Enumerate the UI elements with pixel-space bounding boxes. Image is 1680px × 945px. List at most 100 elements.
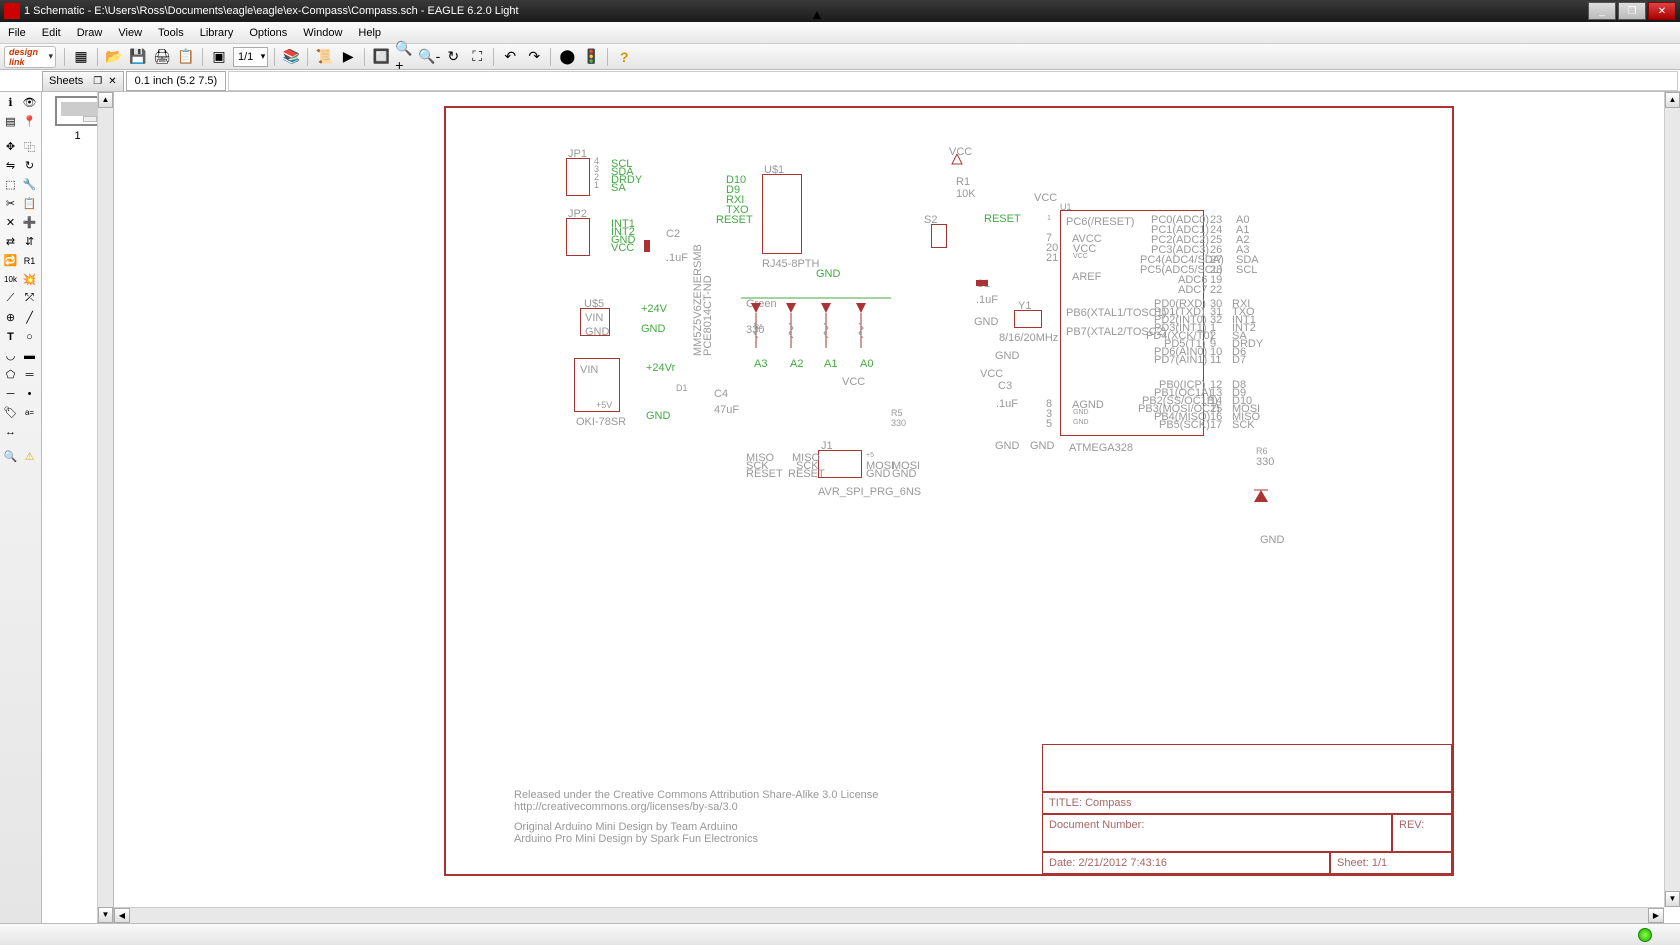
- sheets-scrollbar[interactable]: ▲ ▼: [97, 92, 113, 923]
- sheets-tab-restore-icon[interactable]: ❐: [93, 76, 102, 87]
- credit-line: Arduino Pro Mini Design by Spark Fun Ele…: [514, 833, 878, 845]
- mirror-tool[interactable]: ⇋: [1, 156, 20, 175]
- menu-help[interactable]: Help: [350, 24, 389, 42]
- label-tool[interactable]: 🏷: [1, 403, 20, 422]
- rect-tool[interactable]: ▬: [20, 346, 39, 365]
- text-tool[interactable]: T: [1, 327, 20, 346]
- copy-tool[interactable]: ⿻: [20, 137, 39, 156]
- scroll-up-icon[interactable]: ▲: [98, 92, 113, 108]
- junction-tool[interactable]: •: [20, 384, 39, 403]
- add-tool[interactable]: ➕: [20, 213, 39, 232]
- menu-window[interactable]: Window: [295, 24, 350, 42]
- label-gnd-u5: GND: [585, 326, 609, 338]
- sheet-frame: JP1 SCL SDA DRDY SA 4 3 2 1 JP2 INT1 INT…: [444, 106, 1454, 876]
- use-button[interactable]: 📚: [280, 46, 302, 68]
- sheet-dropdown[interactable]: 1/1: [233, 47, 268, 67]
- maximize-button[interactable]: ❐: [1618, 2, 1646, 20]
- redraw-button[interactable]: ↻: [442, 46, 464, 68]
- show-tool[interactable]: 👁: [20, 93, 39, 112]
- display-tool[interactable]: ▤: [1, 112, 20, 131]
- command-input[interactable]: [228, 71, 1678, 91]
- split-tool[interactable]: ⤱: [20, 289, 39, 308]
- cut-tool[interactable]: ✂: [1, 194, 20, 213]
- delete-tool[interactable]: ✕: [1, 213, 20, 232]
- smash-tool[interactable]: 💥: [20, 270, 39, 289]
- errors-tool[interactable]: ⚠: [20, 447, 39, 466]
- zoom-select-button[interactable]: ⛶: [466, 46, 488, 68]
- paste-tool[interactable]: 📋: [20, 194, 39, 213]
- scroll-right-icon[interactable]: ▶: [1648, 908, 1664, 923]
- go-button[interactable]: 🚦: [580, 46, 602, 68]
- pinswap-tool[interactable]: ⇄: [1, 232, 20, 251]
- run-button[interactable]: ▶: [337, 46, 359, 68]
- sheets-tab-close-icon[interactable]: ✕: [108, 76, 116, 87]
- erc-tool[interactable]: 🔍: [1, 447, 20, 466]
- net-tool[interactable]: ─: [1, 384, 20, 403]
- name-tool[interactable]: R1: [20, 251, 39, 270]
- scroll-down-icon[interactable]: ▼: [98, 907, 113, 923]
- info-tool[interactable]: ℹ: [1, 93, 20, 112]
- miter-tool[interactable]: ⟋: [1, 289, 20, 308]
- board-button[interactable]: ▣: [208, 46, 230, 68]
- separator: [274, 48, 275, 66]
- wire-tool[interactable]: ╱: [20, 308, 39, 327]
- menu-edit[interactable]: Edit: [34, 24, 69, 42]
- scroll-down-icon[interactable]: ▼: [1665, 891, 1680, 907]
- help-button[interactable]: ?: [613, 46, 635, 68]
- cam-button[interactable]: 📋: [175, 46, 197, 68]
- open-button[interactable]: 📂: [103, 46, 125, 68]
- zoom-in-button[interactable]: 🔍+: [394, 46, 416, 68]
- arc-tool[interactable]: ◡: [1, 346, 20, 365]
- label-vcc-chip: VCC: [1034, 192, 1057, 204]
- close-button[interactable]: ✕: [1648, 2, 1676, 20]
- redo-button[interactable]: ↷: [523, 46, 545, 68]
- mark-tool[interactable]: 📍: [20, 112, 39, 131]
- menu-options[interactable]: Options: [241, 24, 295, 42]
- credit-line: Released under the Creative Commons Attr…: [514, 789, 878, 801]
- menu-file[interactable]: File: [0, 24, 34, 42]
- bus-tool[interactable]: ═: [20, 365, 39, 384]
- zoom-fit-button[interactable]: 🔲: [370, 46, 392, 68]
- menu-library[interactable]: Library: [192, 24, 242, 42]
- canvas-vertical-scrollbar[interactable]: ▲ ▼: [1664, 92, 1680, 907]
- invoke-tool[interactable]: ⊕: [1, 308, 20, 327]
- canvas-horizontal-scrollbar[interactable]: ◀ ▶: [114, 907, 1664, 923]
- dimension-tool[interactable]: ↔: [1, 422, 20, 441]
- menu-tools[interactable]: Tools: [150, 24, 192, 42]
- label-1uf: .1uF: [666, 252, 688, 264]
- net-gnd-u5: GND: [641, 323, 665, 335]
- rotate-tool[interactable]: ↻: [20, 156, 39, 175]
- gateswap-tool[interactable]: ⇵: [20, 232, 39, 251]
- schematic-canvas[interactable]: JP1 SCL SDA DRDY SA 4 3 2 1 JP2 INT1 INT…: [114, 92, 1680, 923]
- sheet-thumbnail[interactable]: [55, 96, 101, 126]
- print-button[interactable]: 🖨: [151, 46, 173, 68]
- change-tool[interactable]: 🔧: [20, 175, 39, 194]
- move-tool[interactable]: ✥: [1, 137, 20, 156]
- scroll-up-icon[interactable]: ▲: [1665, 92, 1680, 108]
- status-led-icon: [1638, 928, 1652, 942]
- group-tool[interactable]: ⬚: [1, 175, 20, 194]
- stop-button[interactable]: ⬤: [556, 46, 578, 68]
- value-tool[interactable]: 10k: [1, 270, 20, 289]
- save-button[interactable]: 💾: [127, 46, 149, 68]
- date-label: Date:: [1049, 857, 1078, 869]
- designlink-dropdown[interactable]: design link: [4, 46, 56, 68]
- circle-tool[interactable]: ○: [20, 327, 39, 346]
- script-button[interactable]: 📜: [313, 46, 335, 68]
- net-a2: A2: [790, 358, 803, 370]
- scroll-left-icon[interactable]: ◀: [114, 908, 130, 923]
- menu-draw[interactable]: Draw: [69, 24, 111, 42]
- grid-button[interactable]: ▦: [70, 46, 92, 68]
- undo-button[interactable]: ↶: [499, 46, 521, 68]
- menu-view[interactable]: View: [110, 24, 150, 42]
- sheets-panel-tab[interactable]: Sheets ❐ ✕: [42, 71, 124, 91]
- poly-tool[interactable]: ⬠: [1, 365, 20, 384]
- comp-c2: [644, 240, 650, 252]
- label-vcc-led: VCC: [842, 376, 865, 388]
- replace-tool[interactable]: 🔁: [1, 251, 20, 270]
- main-toolbar: design link ▦ 📂 💾 🖨 📋 ▣ 1/1 📚 📜 ▶ 🔲 🔍+ 🔍…: [0, 44, 1680, 70]
- attribute-tool[interactable]: a=: [20, 403, 39, 422]
- zoom-out-button[interactable]: 🔍-: [418, 46, 440, 68]
- pin-xtal1: PB6(XTAL1/TOSC1): [1066, 307, 1166, 319]
- minimize-button[interactable]: _: [1588, 2, 1616, 20]
